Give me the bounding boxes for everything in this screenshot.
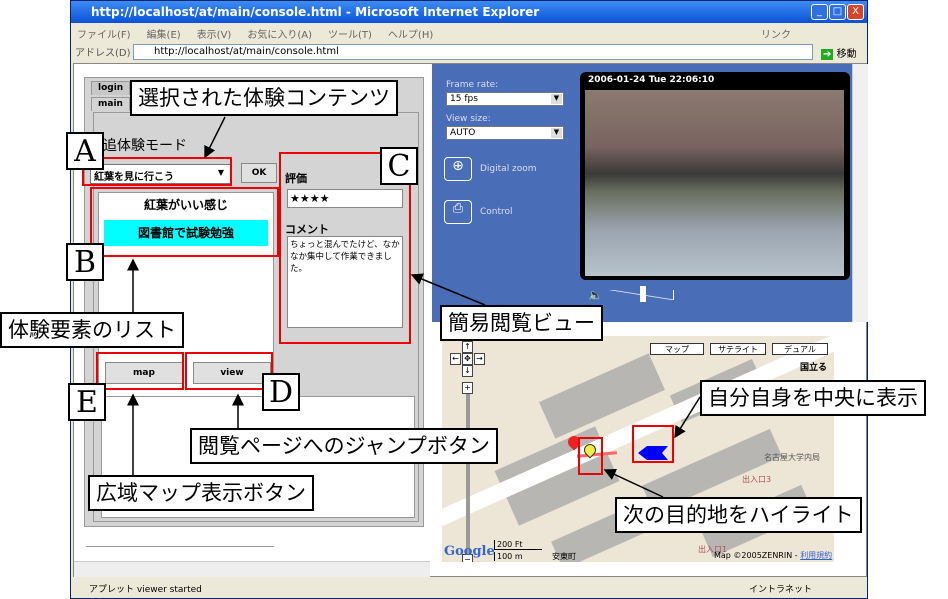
label-c: C	[380, 147, 418, 185]
callout-preview: 簡易閲覧ビュー	[440, 305, 603, 341]
label-b: B	[66, 243, 104, 281]
callout-selected-content: 選択された体験コンテンツ	[130, 80, 398, 116]
callout-list: 体験要素のリスト	[0, 312, 184, 348]
callout-next: 次の目的地をハイライト	[615, 497, 862, 533]
callout-jump: 閲覧ページへのジャンプボタン	[190, 428, 498, 464]
label-a: A	[66, 132, 104, 170]
label-d: D	[262, 373, 300, 411]
callout-center: 自分自身を中央に表示	[700, 380, 926, 416]
callout-widemap: 広域マップ表示ボタン	[88, 475, 314, 511]
label-e: E	[68, 383, 106, 421]
